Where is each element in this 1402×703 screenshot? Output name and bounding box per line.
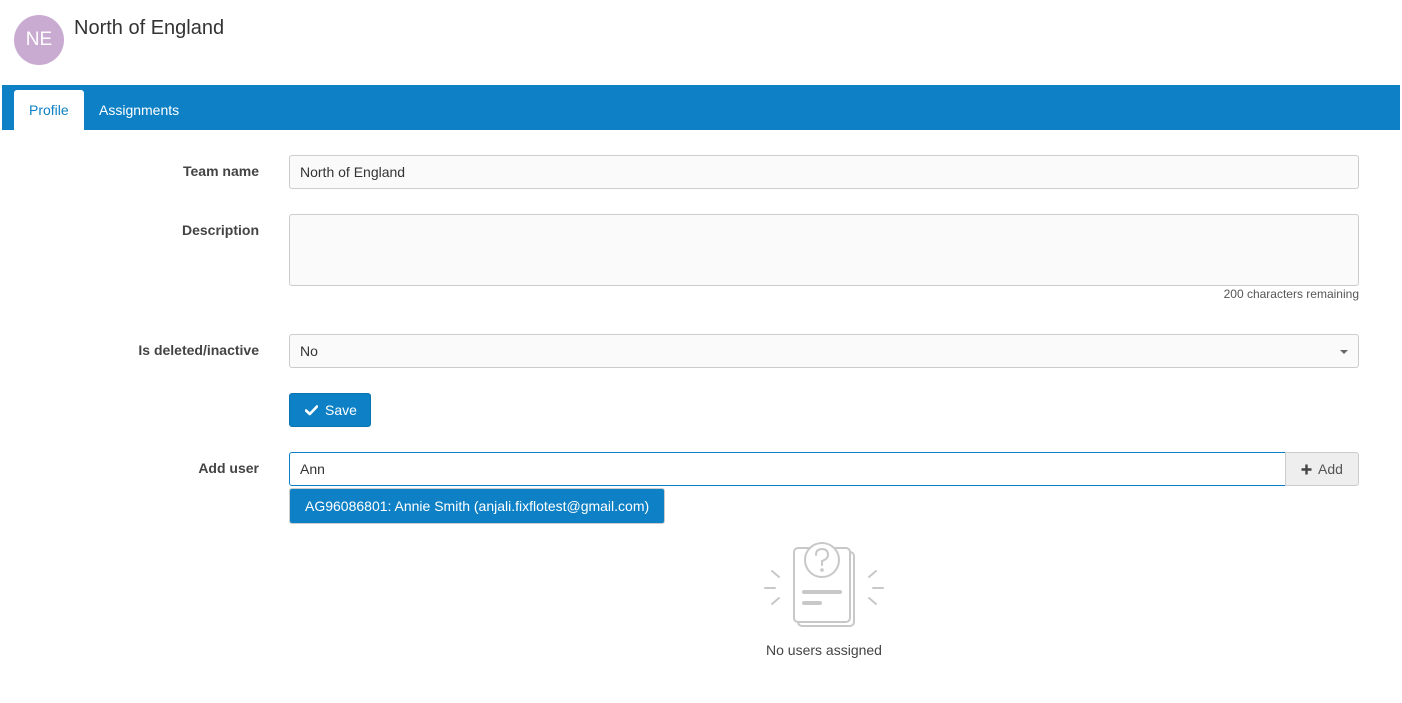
description-char-counter: 200 characters remaining: [1223, 287, 1359, 301]
team-name-label: Team name: [183, 163, 259, 179]
page-title: North of England: [74, 17, 225, 39]
empty-state-text: No users assigned: [766, 642, 882, 658]
tab-bar: Profile Assignments: [2, 85, 1400, 130]
caret-down-icon: [1340, 350, 1348, 354]
description-label: Description: [181, 222, 259, 238]
check-icon: [305, 404, 318, 415]
team-avatar: NE: [14, 15, 64, 65]
save-button-label: Save: [325, 402, 357, 418]
plus-icon: [1301, 464, 1312, 474]
description-textarea[interactable]: [289, 214, 1359, 286]
user-suggestion-item[interactable]: AG96086801: Annie Smith (anjali.fixflote…: [289, 488, 666, 524]
is-deleted-select[interactable]: No: [289, 334, 1359, 368]
add-user-label: Add user: [198, 460, 259, 476]
add-button-label: Add: [1318, 461, 1343, 477]
tab-profile[interactable]: Profile: [14, 90, 84, 130]
add-user-input[interactable]: Ann: [289, 452, 1286, 486]
document-question-icon: [762, 540, 886, 635]
add-user-button[interactable]: Add: [1285, 452, 1359, 486]
is-deleted-selected-value: No: [300, 343, 318, 359]
tab-assignments[interactable]: Assignments: [84, 90, 194, 130]
save-button[interactable]: Save: [289, 393, 371, 427]
team-name-input[interactable]: North of England: [289, 155, 1359, 189]
is-deleted-label: Is deleted/inactive: [138, 342, 259, 358]
